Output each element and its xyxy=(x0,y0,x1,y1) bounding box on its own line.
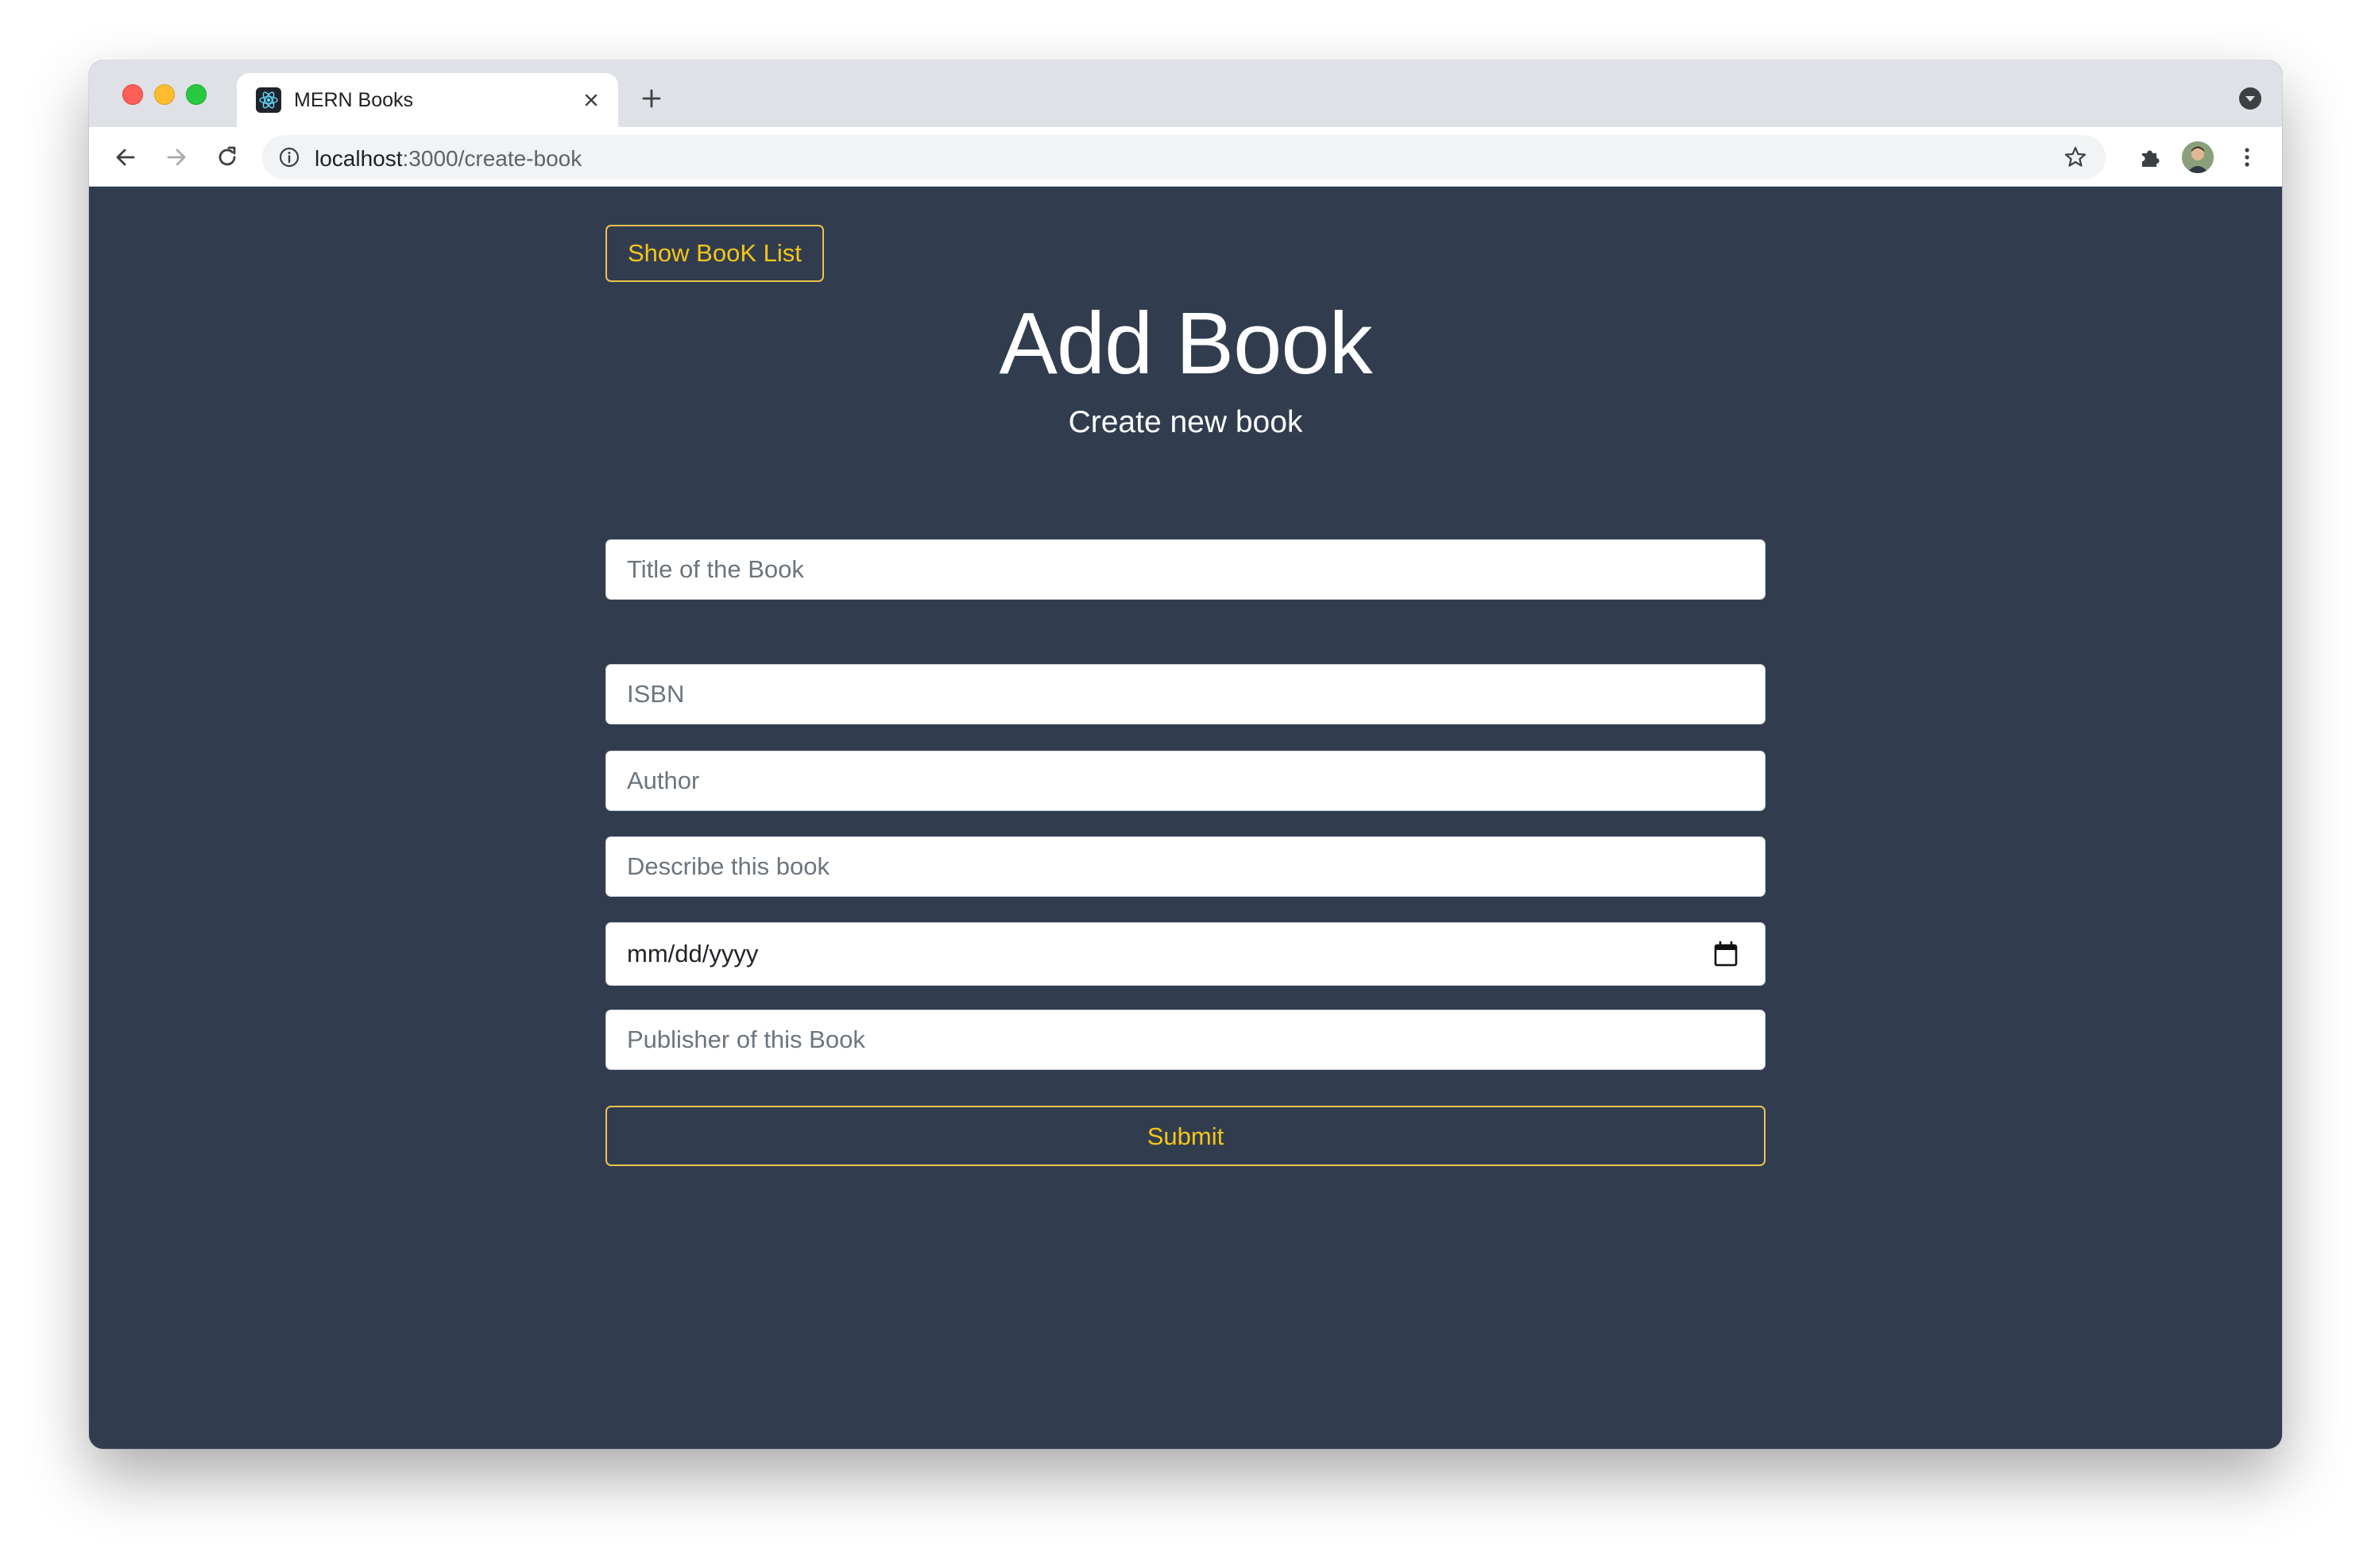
tab-strip: MERN Books xyxy=(89,60,2282,127)
chevron-down-circle-icon[interactable] xyxy=(2238,86,2263,111)
publisher-input[interactable]: Publisher of this Book xyxy=(605,1010,1766,1070)
url-path: :3000/create-book xyxy=(402,146,582,171)
show-book-list-button[interactable]: Show BooK List xyxy=(605,225,824,282)
tab-title: MERN Books xyxy=(294,89,414,111)
plus-icon[interactable] xyxy=(636,83,667,114)
author-placeholder: Author xyxy=(627,767,700,794)
arrow-right-icon[interactable] xyxy=(159,140,194,175)
isbn-input[interactable]: ISBN xyxy=(605,664,1766,724)
arrow-left-icon[interactable] xyxy=(108,140,143,175)
description-placeholder: Describe this book xyxy=(627,852,830,880)
close-icon[interactable] xyxy=(578,87,604,113)
submit-button[interactable]: Submit xyxy=(605,1106,1766,1166)
page-subtitle: Create new book xyxy=(1068,405,1303,439)
isbn-placeholder: ISBN xyxy=(627,680,685,708)
page-content: Show BooK List Add Book Create new book … xyxy=(89,187,2282,1449)
browser-window: MERN Books localhost:3000/create-book Sh… xyxy=(89,60,2282,1449)
zoom-window-button[interactable] xyxy=(186,84,207,105)
reload-icon[interactable] xyxy=(210,140,245,175)
url-host: localhost xyxy=(315,146,403,171)
browser-tab[interactable]: MERN Books xyxy=(237,73,618,127)
description-input[interactable]: Describe this book xyxy=(605,836,1766,897)
author-input[interactable]: Author xyxy=(605,751,1766,811)
puzzle-icon[interactable] xyxy=(2134,141,2166,173)
browser-toolbar: localhost:3000/create-book xyxy=(89,127,2282,187)
publisher-placeholder: Publisher of this Book xyxy=(627,1025,865,1053)
create-book-container: Show BooK List Add Book Create new book … xyxy=(605,187,1766,1449)
react-logo-icon xyxy=(256,87,281,113)
kebab-menu-icon[interactable] xyxy=(2231,141,2263,173)
minimize-window-button[interactable] xyxy=(154,84,175,105)
calendar-icon[interactable] xyxy=(1711,939,1741,969)
address-bar[interactable]: localhost:3000/create-book xyxy=(262,135,2106,180)
book-title-placeholder: Title of the Book xyxy=(627,555,804,583)
url-text[interactable]: localhost:3000/create-book xyxy=(315,146,582,172)
book-title-input[interactable]: Title of the Book xyxy=(605,539,1766,600)
page-title: Add Book xyxy=(999,295,1372,392)
star-icon[interactable] xyxy=(2061,143,2090,172)
published-date-input[interactable]: mm/dd/yyyy xyxy=(605,922,1766,986)
avatar[interactable] xyxy=(2182,141,2214,173)
info-icon[interactable] xyxy=(277,145,302,170)
published-date-value: mm/dd/yyyy xyxy=(627,940,759,967)
close-window-button[interactable] xyxy=(122,84,143,105)
